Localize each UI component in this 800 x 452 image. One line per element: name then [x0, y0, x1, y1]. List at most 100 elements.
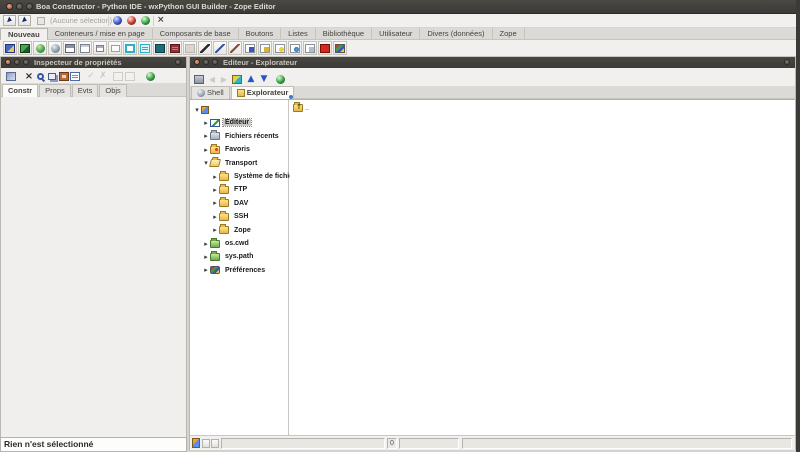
cancel-button[interactable]: [97, 70, 109, 82]
forward-button[interactable]: [218, 73, 230, 85]
editor-shade-button[interactable]: [784, 59, 790, 65]
tree-item-root[interactable]: ▾: [193, 103, 212, 116]
expander-closed-icon[interactable]: ▸: [202, 119, 210, 127]
palette-item-palette-misc[interactable]: [333, 41, 347, 55]
palette-item-text-editor[interactable]: [153, 41, 167, 55]
open-button[interactable]: [193, 73, 205, 85]
inspector-tab-objs[interactable]: Objs: [99, 84, 126, 97]
expander-closed-icon[interactable]: ▸: [202, 132, 210, 140]
palette-item-cpp-editor[interactable]: [168, 41, 182, 55]
palette-item-python-app[interactable]: [3, 41, 17, 55]
palette-tab-biblioth-que[interactable]: Bibliothèque: [316, 28, 372, 40]
palette-item-doc-plain[interactable]: [303, 41, 317, 55]
inspector-tab-evts[interactable]: Evts: [72, 84, 99, 97]
expander-closed-icon[interactable]: ▸: [211, 226, 219, 234]
list-item-up[interactable]: ..: [293, 104, 309, 112]
tree-item-ssh[interactable]: ▸SSH: [211, 210, 250, 223]
tree-item-dav[interactable]: ▸DAV: [211, 197, 250, 210]
copy-button[interactable]: [112, 70, 124, 82]
image-button[interactable]: [5, 70, 17, 82]
paste-button[interactable]: [124, 70, 136, 82]
bookmarks-button[interactable]: [231, 73, 243, 85]
inspector-maximize-button[interactable]: [23, 59, 29, 65]
palette-item-doc-internet[interactable]: [288, 41, 302, 55]
palette-item-setup[interactable]: [48, 41, 62, 55]
palette-item-mdi-child[interactable]: [138, 41, 152, 55]
expander-closed-icon[interactable]: ▸: [211, 186, 219, 194]
palette-item-python-module[interactable]: [18, 41, 32, 55]
tree-item-fichiers-r-cents[interactable]: ▸Fichiers récents: [202, 130, 281, 143]
back-button[interactable]: [206, 73, 218, 85]
close-view-button[interactable]: ×: [157, 15, 165, 25]
expander-closed-icon[interactable]: ▸: [202, 146, 210, 154]
expander-closed-icon[interactable]: ▸: [211, 173, 219, 181]
expander-closed-icon[interactable]: ▸: [202, 266, 210, 274]
palette-tab-nouveau[interactable]: Nouveau: [0, 28, 48, 40]
palette-tab-listes[interactable]: Listes: [281, 28, 316, 40]
expander-closed-icon[interactable]: ▸: [211, 199, 219, 207]
editor-tab-explorateur[interactable]: Explorateur: [231, 86, 295, 99]
status-mini-button-1[interactable]: [202, 439, 210, 448]
palette-item-pencil-red[interactable]: [228, 41, 242, 55]
notes-button[interactable]: [69, 70, 81, 82]
selection-checkbox[interactable]: [37, 17, 45, 25]
palette-tab-composants-de-base[interactable]: Composants de base: [153, 28, 239, 40]
palette-item-dialog[interactable]: [78, 41, 92, 55]
tree-item-os.cwd[interactable]: ▸os.cwd: [202, 237, 251, 250]
inspector-close-button[interactable]: [5, 59, 11, 65]
palette-item-package[interactable]: [33, 41, 47, 55]
maximize-button[interactable]: [26, 3, 33, 10]
tree-item-pr-f-rences[interactable]: ▸Préférences: [202, 264, 267, 277]
expander-closed-icon[interactable]: ▸: [202, 240, 210, 248]
palette-tab-conteneurs-mise-en-page[interactable]: Conteneurs / mise en page: [48, 28, 153, 40]
inspector-minimize-button[interactable]: [14, 59, 20, 65]
palette-tab-divers-donn-es-[interactable]: Divers (données): [420, 28, 492, 40]
pointer-select-button[interactable]: [3, 15, 16, 26]
inspector-button[interactable]: [113, 16, 122, 27]
inspector-tab-props[interactable]: Props: [39, 84, 71, 97]
palette-tab-utilisateur[interactable]: Utilisateur: [372, 28, 420, 40]
editor-maximize-button[interactable]: [212, 59, 218, 65]
palette-item-pencil-blue[interactable]: [213, 41, 227, 55]
inspector-shade-button[interactable]: [175, 59, 181, 65]
palette-item-mdi-parent[interactable]: [123, 41, 137, 55]
palette-item-panel[interactable]: [108, 41, 122, 55]
palette-item-frame[interactable]: [63, 41, 77, 55]
inspector-tab-constr[interactable]: Constr: [2, 84, 38, 97]
close-button[interactable]: [6, 3, 13, 10]
editor-button[interactable]: [127, 16, 136, 27]
palette-item-pencil-black[interactable]: [198, 41, 212, 55]
windows-button[interactable]: [46, 70, 58, 82]
move-down-button[interactable]: [258, 73, 270, 85]
pointer-sticky-button[interactable]: [18, 15, 31, 26]
tree-item-editeur[interactable]: ▸Editeur: [202, 116, 251, 129]
minimize-button[interactable]: [16, 3, 23, 10]
palette-item-stop[interactable]: [318, 41, 332, 55]
palette-tab-zope[interactable]: Zope: [493, 28, 525, 40]
palette-item-doc-python[interactable]: [243, 41, 257, 55]
tree-item-syst-me-de-fichiers[interactable]: ▸Système de fichiers: [211, 170, 302, 183]
move-up-button[interactable]: [245, 73, 257, 85]
confirm-button[interactable]: [85, 70, 97, 82]
editor-close-button[interactable]: [194, 59, 200, 65]
expander-closed-icon[interactable]: ▸: [202, 253, 210, 261]
editor-tab-shell[interactable]: Shell: [191, 86, 230, 99]
palette-item-mini-frame[interactable]: [93, 41, 107, 55]
tree-item-favoris[interactable]: ▸Favoris: [202, 143, 252, 156]
tree-item-transport[interactable]: ▾Transport: [202, 157, 259, 170]
tree-item-sys.path[interactable]: ▸sys.path: [202, 250, 255, 263]
expander-closed-icon[interactable]: ▸: [211, 213, 219, 221]
expander-open-icon[interactable]: ▾: [193, 106, 201, 114]
palette-item-blank[interactable]: [183, 41, 197, 55]
palette-item-doc-bookmark[interactable]: [273, 41, 287, 55]
status-mini-button-2[interactable]: [211, 439, 219, 448]
help-button[interactable]: [144, 70, 156, 82]
palette-tab-boutons[interactable]: Boutons: [239, 28, 282, 40]
help-button[interactable]: [274, 73, 286, 85]
editor-minimize-button[interactable]: [203, 59, 209, 65]
find-button[interactable]: [34, 70, 46, 82]
tree-item-zope[interactable]: ▸Zope: [211, 224, 253, 237]
palette-item-doc-config[interactable]: [258, 41, 272, 55]
tree-item-ftp[interactable]: ▸FTP: [211, 183, 249, 196]
help-button[interactable]: [141, 16, 150, 27]
